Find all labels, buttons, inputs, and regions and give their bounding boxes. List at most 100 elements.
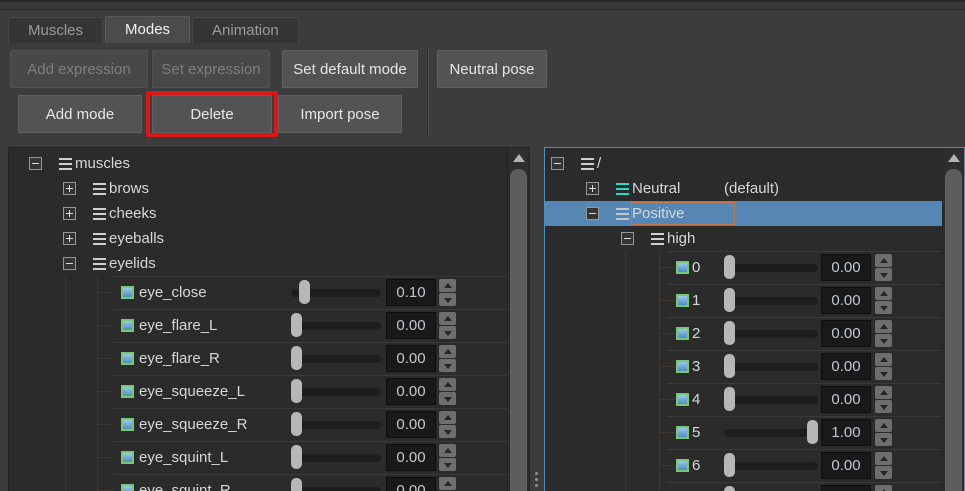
spin-down-button[interactable] xyxy=(875,334,892,347)
tree-slider-row[interactable]: 40.00 xyxy=(545,383,942,416)
spin-down-button[interactable] xyxy=(439,359,456,372)
slider-handle[interactable] xyxy=(291,379,302,403)
slider-track[interactable] xyxy=(724,297,818,305)
tree-slider-row[interactable]: eye_squint_R0.00 xyxy=(9,474,508,491)
spin-up-button[interactable] xyxy=(875,452,892,465)
value-spinbox[interactable]: 0.00 xyxy=(386,444,436,471)
spin-up-button[interactable] xyxy=(439,411,456,424)
spin-down-button[interactable] xyxy=(439,392,456,405)
value-spinbox[interactable]: 1.00 xyxy=(821,419,871,446)
neutral-pose-button[interactable]: Neutral pose xyxy=(437,50,547,88)
spin-down-button[interactable] xyxy=(439,458,456,471)
value-spinbox[interactable]: 0.00 xyxy=(386,411,436,438)
tree-slider-row[interactable]: 51.00 xyxy=(545,416,942,449)
value-spinbox[interactable]: 0.00 xyxy=(821,452,871,479)
tree-slider-row[interactable]: eye_squint_L0.00 xyxy=(9,441,508,474)
collapse-icon[interactable] xyxy=(586,207,599,220)
collapse-icon[interactable] xyxy=(63,257,76,270)
tab-modes[interactable]: Modes xyxy=(105,16,190,43)
spin-up-button[interactable] xyxy=(875,485,892,491)
slider-track[interactable] xyxy=(291,322,381,330)
value-spinbox[interactable]: 0.00 xyxy=(821,320,871,347)
expand-icon[interactable] xyxy=(63,232,76,245)
slider-track[interactable] xyxy=(291,355,381,363)
slider-handle[interactable] xyxy=(724,387,735,411)
slider-track[interactable] xyxy=(724,330,818,338)
spin-down-button[interactable] xyxy=(439,326,456,339)
set-default-mode-button[interactable]: Set default mode xyxy=(282,50,418,88)
scrollbar-thumb[interactable] xyxy=(510,169,527,491)
tree-slider-row[interactable]: eye_squeeze_R0.00 xyxy=(9,408,508,441)
muscle-checkbox[interactable] xyxy=(676,327,689,340)
slider-track[interactable] xyxy=(724,429,818,437)
tree-node-row[interactable]: / xyxy=(545,151,942,176)
scroll-up-arrow-icon[interactable] xyxy=(943,148,964,167)
value-spinbox[interactable]: 0.00 xyxy=(386,312,436,339)
spin-down-button[interactable] xyxy=(875,400,892,413)
spin-down-button[interactable] xyxy=(439,293,456,306)
value-spinbox[interactable]: 0.00 xyxy=(821,386,871,413)
tree-slider-row[interactable]: 30.00 xyxy=(545,350,942,383)
add-mode-button[interactable]: Add mode xyxy=(18,95,142,133)
spin-down-button[interactable] xyxy=(875,301,892,314)
spin-up-button[interactable] xyxy=(875,419,892,432)
muscle-checkbox[interactable] xyxy=(121,352,134,365)
value-spinbox[interactable]: 0.00 xyxy=(386,378,436,405)
slider-handle[interactable] xyxy=(807,420,818,444)
slider-handle[interactable] xyxy=(724,486,735,491)
spin-up-button[interactable] xyxy=(875,320,892,333)
slider-handle[interactable] xyxy=(291,412,302,436)
slider-handle[interactable] xyxy=(724,354,735,378)
tree-slider-row[interactable]: eye_squeeze_L0.00 xyxy=(9,375,508,408)
slider-track[interactable] xyxy=(291,421,381,429)
spin-up-button[interactable] xyxy=(439,279,456,292)
tree-slider-row[interactable]: 00.00 xyxy=(545,251,942,284)
expand-icon[interactable] xyxy=(63,182,76,195)
value-spinbox[interactable]: 0.10 xyxy=(386,279,436,306)
spin-down-button[interactable] xyxy=(875,433,892,446)
slider-track[interactable] xyxy=(291,388,381,396)
muscle-checkbox[interactable] xyxy=(121,484,134,491)
splitter-handle-dot[interactable] xyxy=(535,472,538,475)
tree-node-row[interactable]: eyelids xyxy=(9,251,508,276)
slider-handle[interactable] xyxy=(299,280,310,304)
tree-slider-row[interactable]: 10.00 xyxy=(545,284,942,317)
expand-icon[interactable] xyxy=(63,207,76,220)
spin-up-button[interactable] xyxy=(875,287,892,300)
muscle-checkbox[interactable] xyxy=(121,286,134,299)
spin-up-button[interactable] xyxy=(439,345,456,358)
tree-node-row[interactable]: Neutral(default) xyxy=(545,176,942,201)
right-scrollbar[interactable] xyxy=(942,148,964,491)
muscle-checkbox[interactable] xyxy=(676,360,689,373)
collapse-icon[interactable] xyxy=(621,232,634,245)
slider-handle[interactable] xyxy=(724,288,735,312)
spin-up-button[interactable] xyxy=(439,378,456,391)
collapse-icon[interactable] xyxy=(551,157,564,170)
spin-down-button[interactable] xyxy=(875,466,892,479)
slider-track[interactable] xyxy=(724,396,818,404)
muscle-checkbox[interactable] xyxy=(676,426,689,439)
spin-down-button[interactable] xyxy=(875,268,892,281)
set-expression-button[interactable]: Set expression xyxy=(152,50,270,88)
collapse-icon[interactable] xyxy=(29,157,42,170)
muscle-checkbox[interactable] xyxy=(676,393,689,406)
tree-slider-row[interactable]: 20.00 xyxy=(545,317,942,350)
left-scrollbar[interactable] xyxy=(507,148,529,491)
value-spinbox[interactable]: 0.00 xyxy=(386,345,436,372)
spin-up-button[interactable] xyxy=(439,444,456,457)
value-spinbox[interactable] xyxy=(821,485,871,491)
value-spinbox[interactable]: 0.00 xyxy=(821,287,871,314)
slider-handle[interactable] xyxy=(724,453,735,477)
tab-animation[interactable]: Animation xyxy=(192,17,299,43)
add-expression-button[interactable]: Add expression xyxy=(10,50,148,88)
tree-node-row[interactable]: muscles xyxy=(9,151,508,176)
slider-handle[interactable] xyxy=(724,255,735,279)
spin-up-button[interactable] xyxy=(439,477,456,490)
slider-track[interactable] xyxy=(724,363,818,371)
tree-slider-row[interactable]: eye_flare_R0.00 xyxy=(9,342,508,375)
expand-icon[interactable] xyxy=(586,182,599,195)
slider-track[interactable] xyxy=(724,462,818,470)
tree-node-row[interactable]: eyeballs xyxy=(9,226,508,251)
tree-node-row[interactable]: high xyxy=(545,226,942,251)
muscle-checkbox[interactable] xyxy=(676,261,689,274)
